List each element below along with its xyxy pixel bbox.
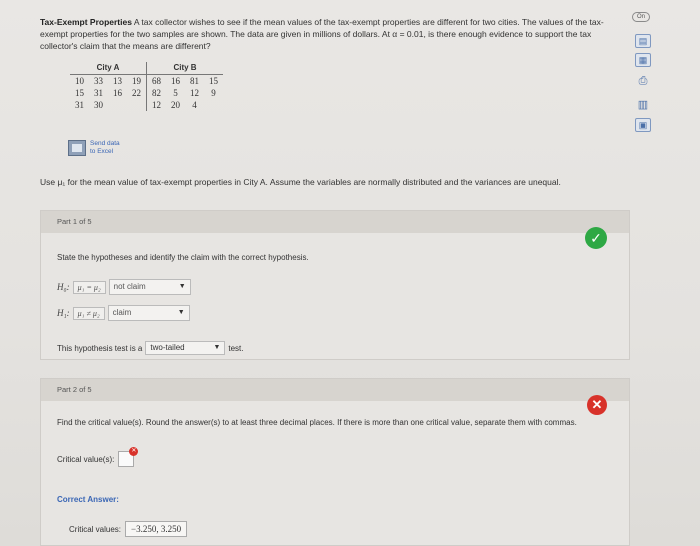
table-cell: 15 <box>75 88 84 98</box>
table-cell: 4 <box>192 100 197 110</box>
part-2-panel: Part 2 of 5 ✕ Find the critical value(s)… <box>40 378 630 546</box>
to-excel-link[interactable]: to Excel <box>90 148 120 156</box>
check-icon: ✓ <box>585 227 607 249</box>
part-1-panel: Part 1 of 5 ✓ State the hypotheses and i… <box>40 210 630 360</box>
table-row: 10 33 13 19 68 16 81 15 <box>70 74 223 87</box>
table-cell: 81 <box>190 76 199 86</box>
table-row: 15 31 16 22 82 5 12 9 <box>70 87 223 99</box>
error-icon: ✕ <box>129 447 139 456</box>
stats-icon[interactable]: ▥ <box>633 95 653 113</box>
table-cell: 16 <box>113 88 122 98</box>
critical-value-row: Critical value(s): ✕ <box>57 447 139 467</box>
part-1-label: Part 1 of 5 <box>41 211 629 233</box>
city-a-header: City A <box>70 62 147 75</box>
table-cell: 13 <box>113 76 122 86</box>
part-2-instruction: Find the critical value(s). Round the an… <box>57 418 577 427</box>
table-cell: 30 <box>94 100 103 110</box>
correct-answer-label: Correct Answer: <box>57 495 119 504</box>
correct-value: −3.250, 3.250 <box>125 521 188 537</box>
critical-value-input[interactable]: ✕ <box>118 447 139 467</box>
print-icon[interactable]: ⎙ <box>633 72 653 90</box>
table-cell: 5 <box>173 88 178 98</box>
table-cell: 68 <box>146 74 166 87</box>
table-cell <box>204 99 223 111</box>
table-cell: 10 <box>75 76 84 86</box>
h1-claim-select[interactable]: claim ▼ <box>107 305 190 321</box>
table-cell: 12 <box>146 99 166 111</box>
critical-value-label: Critical value(s): <box>57 454 115 464</box>
spreadsheet-icon[interactable] <box>68 140 86 156</box>
problem-title: Tax-Exempt Properties <box>40 17 132 27</box>
table-cell <box>127 99 147 111</box>
part-2-label: Part 2 of 5 <box>41 379 629 401</box>
table-icon[interactable]: ▣ <box>635 118 651 132</box>
use-instruction: Use μ₁ for the mean value of tax-exempt … <box>40 177 561 187</box>
dropdown-arrow-icon: ▼ <box>177 309 185 316</box>
h0-label: H₀: <box>57 282 70 292</box>
calculator-icon[interactable]: ▦ <box>635 53 651 67</box>
h1-label: H₁: <box>57 308 70 318</box>
test-type-value: two-tailed <box>150 343 185 352</box>
test-prefix: This hypothesis test is a <box>57 343 143 353</box>
part-1-instruction: State the hypotheses and identify the cl… <box>57 253 309 262</box>
alt-hypothesis-row: H₁: μ₁ ≠ μ₂ claim ▼ <box>57 305 190 321</box>
table-cell: 12 <box>190 88 199 98</box>
dropdown-arrow-icon: ▼ <box>213 344 221 351</box>
city-b-header: City B <box>146 62 223 75</box>
correct-prefix: Critical values: <box>69 524 122 534</box>
table-cell: 19 <box>132 76 141 86</box>
send-data-excel[interactable]: Send data to Excel <box>68 140 120 156</box>
data-table: City A City B 10 33 13 19 68 16 81 15 15… <box>70 62 223 111</box>
correct-answer-row: Critical values: −3.250, 3.250 <box>69 521 188 537</box>
table-cell: 15 <box>209 76 218 86</box>
h0-expression-field[interactable]: μ₁ = μ₂ <box>72 280 106 294</box>
table-cell <box>108 99 127 111</box>
h0-claim-value: not claim <box>113 282 146 291</box>
problem-intro: Tax-Exempt Properties A tax collector wi… <box>40 16 620 52</box>
h0-claim-select[interactable]: not claim ▼ <box>108 279 191 295</box>
test-type-row: This hypothesis test is a two-tailed ▼ t… <box>57 341 244 355</box>
send-data-link[interactable]: Send data <box>90 140 120 148</box>
table-cell: 22 <box>132 88 141 98</box>
side-toolbar: ▤ ▦ ⎙ ▥ ▣ <box>628 34 658 132</box>
toggle-badge[interactable]: On <box>632 12 650 22</box>
table-row: 31 30 12 20 4 <box>70 99 223 111</box>
table-cell: 82 <box>146 87 166 99</box>
data-icon[interactable]: ▤ <box>635 34 651 48</box>
dropdown-arrow-icon: ▼ <box>178 283 186 290</box>
table-cell: 16 <box>171 76 180 86</box>
test-type-select[interactable]: two-tailed ▼ <box>145 341 226 355</box>
null-hypothesis-row: H₀: μ₁ = μ₂ not claim ▼ <box>57 279 191 295</box>
h1-expression-field[interactable]: μ₁ ≠ μ₂ <box>72 306 105 320</box>
test-suffix: test. <box>228 343 244 353</box>
h1-claim-value: claim <box>112 308 132 317</box>
table-cell: 33 <box>94 76 103 86</box>
table-cell: 31 <box>94 88 103 98</box>
table-cell: 20 <box>171 100 180 110</box>
table-cell: 9 <box>211 88 216 98</box>
incorrect-icon: ✕ <box>587 395 607 415</box>
page: Tax-Exempt Properties A tax collector wi… <box>0 0 700 546</box>
table-cell: 31 <box>75 100 84 110</box>
